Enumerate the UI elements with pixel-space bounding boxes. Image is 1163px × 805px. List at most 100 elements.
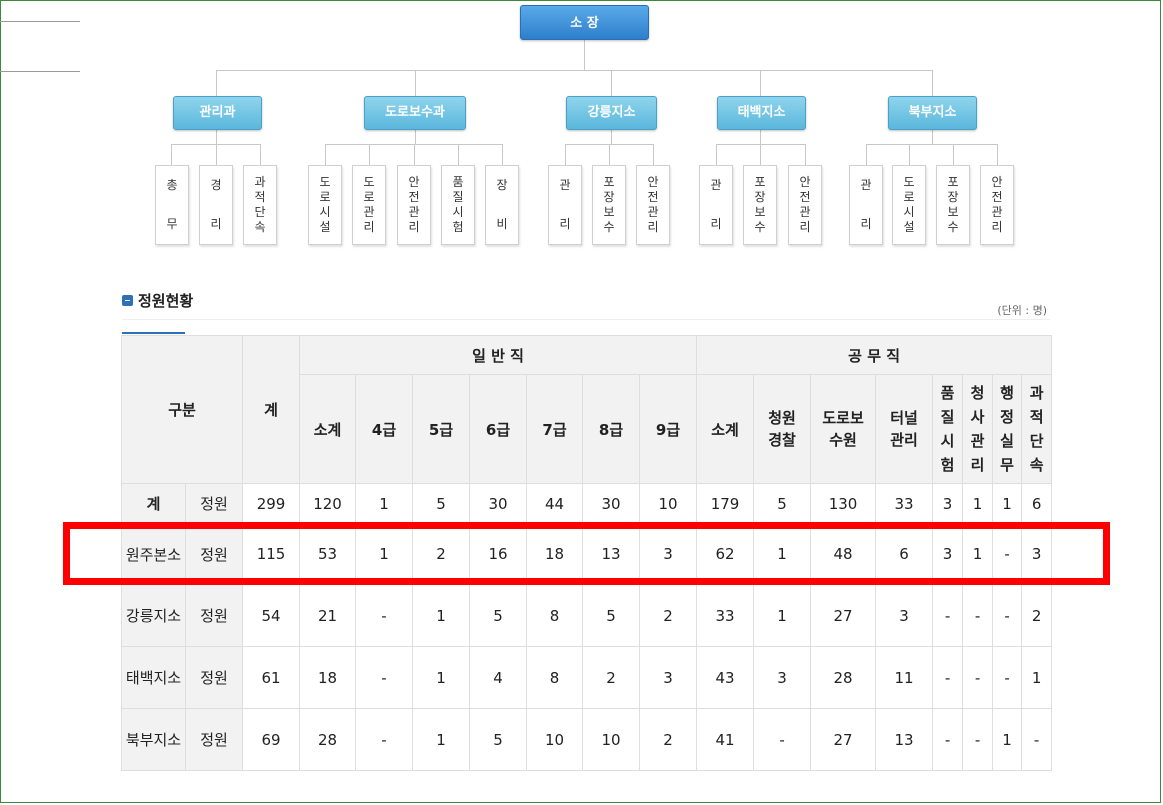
org-sub-gangneung-management[interactable]: 관리	[548, 165, 582, 245]
table-cell: 1	[1021, 646, 1053, 709]
table-cell: 27	[810, 584, 877, 647]
table-cell: 30	[582, 483, 641, 524]
table-cell: 2	[412, 523, 471, 585]
table-cell: 10	[582, 708, 641, 771]
table-cell: 1	[412, 646, 471, 709]
nav-divider	[0, 71, 80, 72]
table-cell: 5	[469, 708, 528, 771]
org-sub-taebaek-management[interactable]: 관리	[699, 165, 733, 245]
header-total: 계	[242, 335, 301, 484]
table-cell: 1	[355, 483, 414, 524]
org-head-director[interactable]: 소 장	[520, 5, 649, 40]
org-sub-bukbu-safety[interactable]: 안전관리	[980, 165, 1014, 245]
table-cell: 43	[696, 646, 755, 709]
table-cell: 115	[242, 523, 301, 585]
table-cell: 5	[412, 483, 471, 524]
header-col-admin-work: 행정실무	[992, 374, 1023, 484]
org-sub-bukbu-paving-repair[interactable]: 포장보수	[936, 165, 970, 245]
header-public-staff: 공 무 직	[696, 335, 1053, 375]
table-cell: 27	[810, 708, 877, 771]
table-row: 태백지소 정원 61 18-1 4 8 2 3 43 3 28 11- - -1	[121, 646, 1053, 709]
header-col-public-subtotal: 소계	[696, 374, 755, 484]
row-kind: 정원	[184, 483, 244, 524]
table-cell: 61	[242, 646, 301, 709]
table-cell: 53	[299, 523, 357, 585]
row-kind: 정원	[184, 646, 244, 709]
table-cell: 1	[992, 708, 1023, 771]
table-cell: -	[355, 708, 414, 771]
org-dept-bukbu[interactable]: 북부지소	[888, 96, 977, 130]
table-cell: 8	[526, 584, 584, 647]
table-cell: 1	[753, 523, 812, 585]
table-cell: 130	[810, 483, 877, 524]
table-cell: 3	[932, 523, 964, 585]
table-cell: 6	[1021, 483, 1053, 524]
table-cell: -	[753, 708, 812, 771]
unit-label: (단위 : 명)	[997, 304, 1047, 317]
org-sub-bukbu-road-facility[interactable]: 도로시설	[892, 165, 926, 245]
table-cell: -	[962, 584, 994, 647]
table-row: 북부지소 정원 69 28-1 5 10 10 2 41-27 13- -1-	[121, 708, 1053, 771]
table-cell: 21	[299, 584, 357, 647]
table-cell: 299	[242, 483, 301, 524]
row-kind: 정원	[184, 523, 244, 585]
header-col-guard: 청원경찰	[753, 374, 812, 484]
table-row: 강릉지소 정원 54 21-1 5 8 5 2 33 1 27 3- - -2	[121, 584, 1053, 647]
table-cell: 1	[412, 708, 471, 771]
org-sub-taebaek-paving-repair[interactable]: 포장보수	[743, 165, 777, 245]
table-cell: 41	[696, 708, 755, 771]
table-cell: 18	[526, 523, 584, 585]
org-sub-overload-control[interactable]: 과적단속	[243, 165, 277, 245]
header-col-grade8: 8급	[582, 374, 641, 484]
org-sub-safety-management[interactable]: 안전관리	[397, 165, 431, 245]
header-col-building-mgmt: 청사관리	[962, 374, 994, 484]
table-cell: 33	[696, 584, 755, 647]
table-cell: 5	[469, 584, 528, 647]
table-row: 원주본소 정원 115 53 1 2 16 18 13 3 62 1 48 6 3 1-3	[121, 523, 1053, 585]
row-label: 북부지소	[121, 708, 186, 771]
org-sub-road-management[interactable]: 도로관리	[352, 165, 386, 245]
header-general-staff: 일 반 직	[299, 335, 698, 375]
org-dept-gangneung[interactable]: 강릉지소	[566, 96, 657, 130]
header-col-tunnel: 터널관리	[875, 374, 934, 484]
table-cell: 10	[526, 708, 584, 771]
table-cell: -	[992, 646, 1023, 709]
org-sub-bukbu-management[interactable]: 관리	[849, 165, 883, 245]
org-dept-road-repair[interactable]: 도로보수과	[364, 96, 466, 130]
section-title: 정원현황	[138, 292, 194, 310]
table-cell: -	[932, 708, 964, 771]
table-cell: 1	[992, 483, 1023, 524]
header-col-grade9: 9급	[639, 374, 698, 484]
table-cell: -	[992, 523, 1023, 585]
org-dept-taebaek[interactable]: 태백지소	[717, 96, 806, 130]
row-label: 원주본소	[121, 523, 186, 585]
table-cell: 13	[582, 523, 641, 585]
table-cell: 179	[696, 483, 755, 524]
table-cell: 3	[639, 646, 698, 709]
section-divider	[122, 319, 1050, 320]
table-cell: 3	[639, 523, 698, 585]
org-sub-accounting[interactable]: 경리	[199, 165, 233, 245]
header-col-general-subtotal: 소계	[299, 374, 357, 484]
table-cell: 2	[1021, 584, 1053, 647]
org-sub-road-facility[interactable]: 도로시설	[308, 165, 342, 245]
org-sub-gangneung-paving-repair[interactable]: 포장보수	[592, 165, 626, 245]
org-dept-admin[interactable]: 관리과	[173, 96, 262, 130]
table-cell: 8	[526, 646, 584, 709]
org-sub-taebaek-safety[interactable]: 안전관리	[788, 165, 822, 245]
table-cell: 2	[582, 646, 641, 709]
table-cell: 3	[932, 483, 964, 524]
table-cell: 33	[875, 483, 934, 524]
table-cell: 30	[469, 483, 528, 524]
header-category: 구분	[120, 335, 244, 484]
row-label: 강릉지소	[121, 584, 186, 647]
org-sub-gangneung-safety[interactable]: 안전관리	[636, 165, 670, 245]
org-sub-equipment[interactable]: 장비	[485, 165, 519, 245]
table-cell: 11	[875, 646, 934, 709]
table-cell: 1	[355, 523, 414, 585]
org-sub-quality-test[interactable]: 품질시험	[441, 165, 475, 245]
row-kind: 정원	[184, 708, 244, 771]
header-col-grade7: 7급	[526, 374, 584, 484]
org-sub-general-affairs[interactable]: 총무	[155, 165, 189, 245]
header-col-grade4: 4급	[355, 374, 414, 484]
